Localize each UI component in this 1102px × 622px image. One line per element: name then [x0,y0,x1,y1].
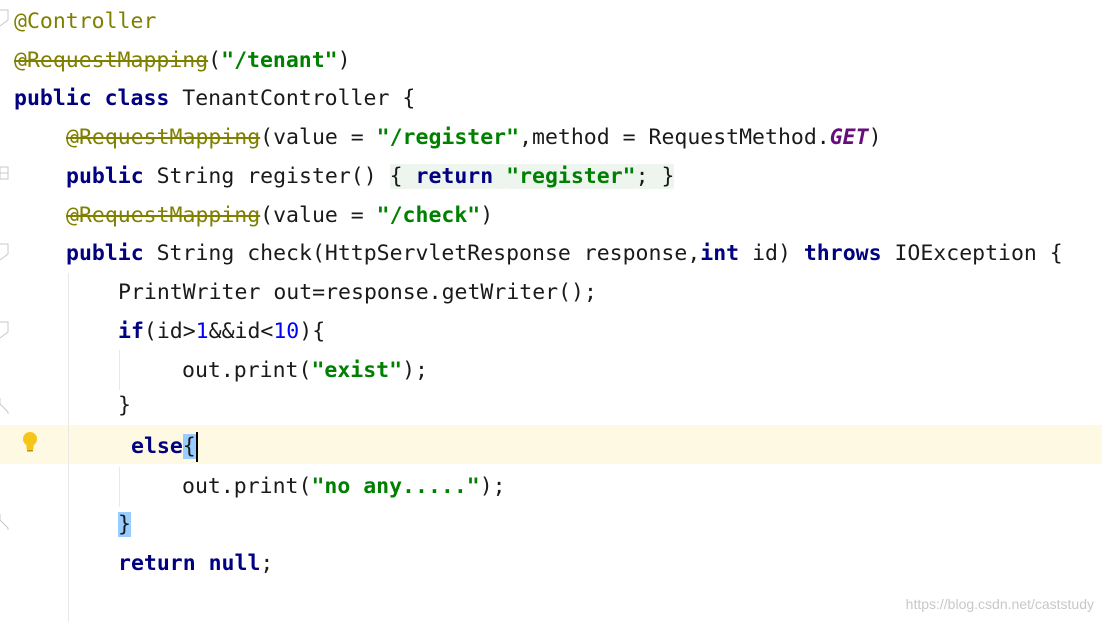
code-token: out.print( [182,474,312,499]
code-token: @RequestMapping [66,203,261,228]
indent-guide [119,467,120,507]
watermark-text: https://blog.csdn.net/caststudy [905,596,1094,612]
code-token: ){ [299,319,326,344]
code-token: ) [868,125,882,150]
fold-marker-icon[interactable] [0,512,9,532]
code-token: return [415,164,494,189]
code-token: } [118,512,131,537]
code-token: public [66,241,144,266]
code-token: int [700,241,740,266]
code-token: public [66,164,144,189]
code-token: (id> [143,319,196,344]
code-line[interactable]: if(id>1&&id<10){ [118,312,325,351]
code-token: &&id< [208,319,274,344]
code-token: @RequestMapping [66,125,261,150]
code-token: id) [739,241,804,266]
code-token: public class [14,86,170,111]
indent-guide [68,273,69,622]
code-token: @Controller [14,9,157,34]
code-token: String register() [143,164,390,189]
code-line[interactable]: @RequestMapping(value = "/check") [66,196,493,235]
code-token: "no any....." [311,474,480,499]
code-line[interactable]: @Controller [14,2,156,41]
code-token: String check(HttpServletResponse respons… [143,241,701,266]
code-line[interactable]: @RequestMapping(value = "/register",meth… [66,118,882,157]
code-token: throws [803,241,882,266]
fold-marker-icon[interactable] [0,164,9,184]
code-line[interactable]: @RequestMapping("/tenant") [14,41,351,80]
fold-marker-icon[interactable] [0,320,9,340]
code-token: ,method = RequestMethod. [519,125,830,150]
code-token: (value = [260,125,377,150]
code-token: TenantController { [169,86,416,111]
code-token: } [118,393,131,418]
code-token: ; [260,551,274,576]
code-token: "/register" [376,125,520,150]
code-token: out.print( [182,358,312,383]
code-token: return null [118,551,261,576]
code-line[interactable]: } [118,386,131,425]
code-line[interactable]: out.print("exist"); [182,351,428,390]
code-token: "register" [506,164,636,189]
code-token: { [389,164,416,189]
code-line[interactable]: public class TenantController { [14,79,415,118]
code-token: GET [829,125,869,150]
code-token: ) [337,48,351,73]
lightbulb-icon[interactable] [21,430,39,454]
code-token: "/tenant" [221,48,338,73]
editor-gutter [0,0,12,622]
code-token: IOException { [881,241,1063,266]
code-token: else [131,434,183,459]
code-token [493,164,507,189]
code-token: "/check" [376,203,481,228]
code-token: "exist" [311,358,403,383]
fold-marker-icon[interactable] [0,396,9,416]
code-token: (value = [260,203,377,228]
code-token: 1 [195,319,209,344]
code-token: PrintWriter out=response.getWriter(); [118,280,597,305]
code-line[interactable]: } [118,505,131,544]
text-caret [195,432,198,462]
indent-guide [119,350,120,390]
code-editor[interactable]: @Controller @RequestMapping("/tenant") pub… [0,0,1102,622]
code-token: ); [402,358,428,383]
code-token: 10 [273,319,300,344]
fold-marker-icon[interactable] [0,8,9,28]
code-token: ); [479,474,506,499]
code-token: { [182,434,196,459]
code-token: ( [208,48,222,73]
fold-marker-icon[interactable] [0,242,9,262]
code-line[interactable]: return null; [118,544,273,583]
code-token: ) [480,203,494,228]
code-line[interactable]: else{ [131,427,198,466]
code-token: ; } [635,164,675,189]
code-token: @RequestMapping [14,48,209,73]
code-token: if [118,319,144,344]
code-line[interactable]: public String register() { return "regis… [66,157,675,196]
code-line[interactable]: out.print("no any....."); [182,467,506,506]
code-line[interactable]: PrintWriter out=response.getWriter(); [118,273,597,312]
code-line[interactable]: public String check(HttpServletResponse … [66,234,1063,273]
